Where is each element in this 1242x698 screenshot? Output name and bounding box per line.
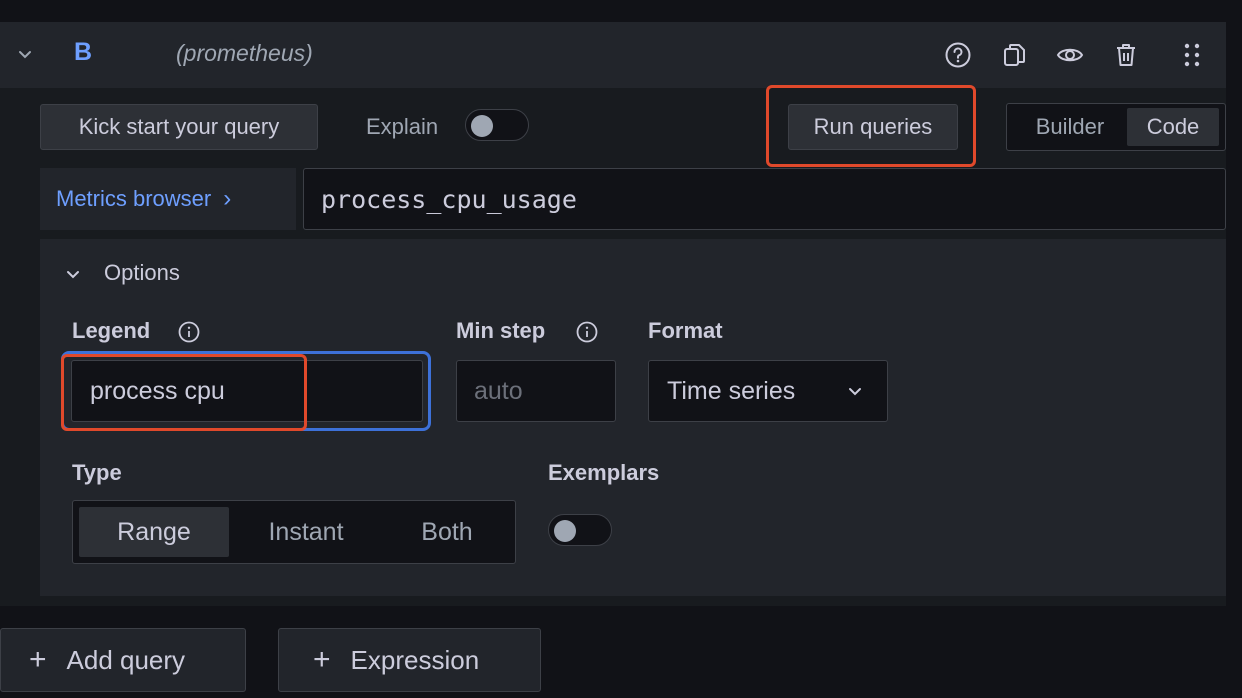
duplicate-icon[interactable] (999, 40, 1029, 70)
type-both-option[interactable]: Both (383, 507, 511, 557)
query-text: process_cpu_usage (321, 184, 577, 214)
add-query-button[interactable]: + Add query (0, 628, 246, 692)
chevron-right-icon: › (223, 185, 232, 212)
explain-toggle[interactable] (465, 109, 529, 141)
type-instant-option[interactable]: Instant (233, 507, 379, 557)
options-chevron-icon[interactable] (62, 264, 84, 286)
add-query-label: Add query (66, 644, 186, 675)
format-label: Format (648, 318, 723, 343)
add-expression-button[interactable]: + Expression (278, 628, 541, 692)
type-label: Type (72, 460, 122, 485)
highlight-legend (61, 354, 307, 431)
exemplars-label: Exemplars (548, 460, 660, 485)
toggle-knob (471, 115, 493, 137)
plus-icon: + (313, 643, 331, 676)
highlight-run-queries (766, 85, 976, 167)
expression-label: Expression (350, 644, 480, 675)
options-section-label[interactable]: Options (104, 260, 180, 286)
mode-builder-option[interactable]: Builder (1013, 108, 1127, 146)
mode-code-option[interactable]: Code (1127, 108, 1219, 146)
explain-label: Explain (366, 114, 439, 139)
min-step-label: Min step (456, 318, 546, 343)
eye-icon[interactable] (1055, 40, 1085, 70)
trash-icon[interactable] (1111, 40, 1141, 70)
legend-label: Legend (72, 318, 151, 343)
promql-query-input[interactable]: process_cpu_usage (303, 168, 1226, 230)
help-icon[interactable] (943, 40, 973, 70)
kick-start-button[interactable]: Kick start your query (40, 104, 318, 150)
metrics-browser-button[interactable]: Metrics browser › (40, 168, 296, 230)
chevron-down-icon (844, 381, 866, 403)
query-type-radio-group: Range Instant Both (72, 500, 516, 564)
min-step-placeholder: auto (474, 376, 523, 405)
toggle-knob (554, 520, 576, 542)
format-value: Time series (667, 376, 796, 405)
min-step-input[interactable]: auto (456, 360, 616, 422)
query-ref-id[interactable]: B (74, 38, 92, 67)
exemplars-toggle[interactable] (548, 514, 612, 546)
drag-handle-icon[interactable] (1177, 40, 1207, 70)
info-icon[interactable] (177, 320, 201, 344)
collapse-chevron-icon[interactable] (14, 44, 36, 66)
editor-mode-toggle: Builder Code (1006, 103, 1226, 151)
type-range-option[interactable]: Range (79, 507, 229, 557)
info-icon[interactable] (575, 320, 599, 344)
metrics-browser-label: Metrics browser (56, 186, 212, 211)
plus-icon: + (29, 643, 47, 676)
datasource-name: (prometheus) (176, 40, 313, 66)
